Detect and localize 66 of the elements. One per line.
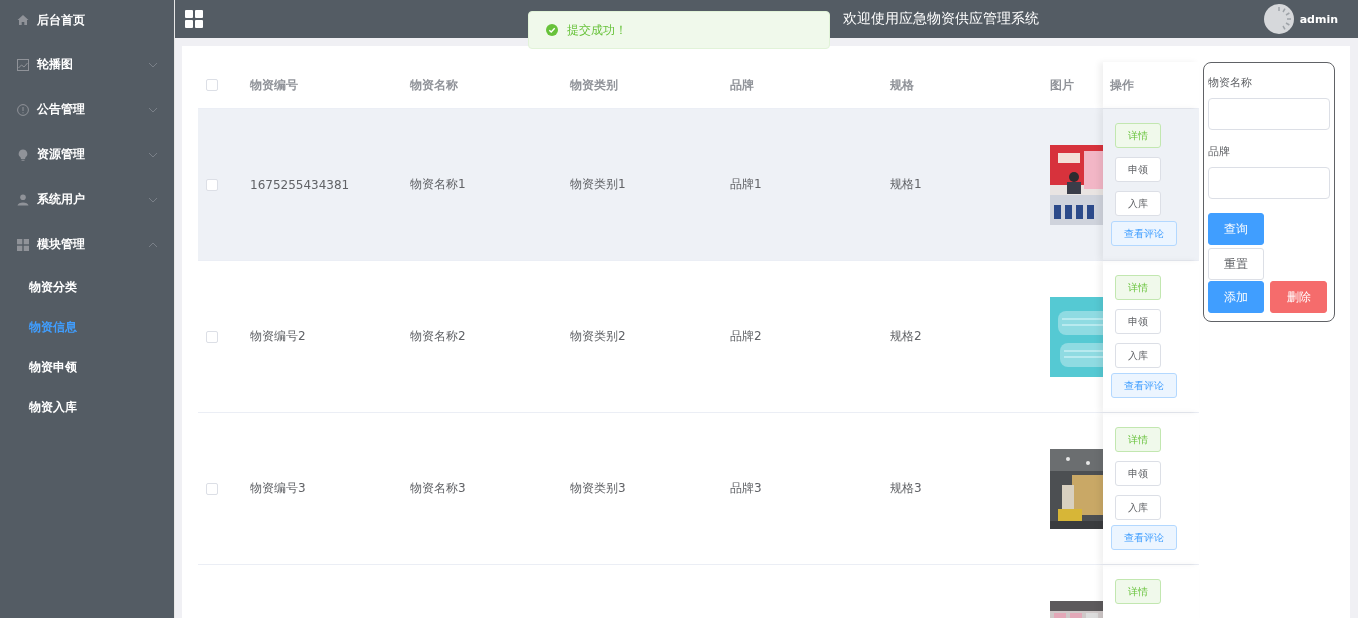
table-cell: 品牌3 — [730, 481, 762, 495]
menu-item[interactable]: 系统用户 — [0, 177, 174, 222]
table-cell: 物资编号2 — [250, 329, 306, 343]
bulb-icon — [17, 148, 29, 161]
menu-item[interactable]: 轮播图 — [0, 42, 174, 87]
table-cell: 规格2 — [890, 329, 922, 343]
table-cell: 规格1 — [890, 177, 922, 191]
row-checkbox[interactable] — [205, 482, 218, 495]
table-cell: 物资名称1 — [410, 177, 466, 191]
action-button[interactable]: 申领 — [1115, 309, 1161, 334]
column-header: 图片 — [1049, 76, 1075, 94]
table-cell: 规格3 — [890, 481, 922, 495]
submenu-item[interactable]: 物资入库 — [0, 387, 174, 427]
menu-item[interactable]: 资源管理 — [0, 132, 174, 177]
table-cell: 物资编号3 — [250, 481, 306, 495]
chevron-down-icon — [148, 61, 158, 68]
table-cell: 品牌2 — [730, 329, 762, 343]
action-button[interactable]: 入库 — [1115, 495, 1161, 520]
avatar-icon[interactable] — [1263, 4, 1294, 34]
row-checkbox[interactable] — [205, 330, 218, 343]
action-button[interactable]: 申领 — [1115, 157, 1161, 182]
column-header: 品牌 — [729, 76, 755, 94]
action-button[interactable]: 入库 — [1115, 191, 1161, 216]
column-header: 规格 — [889, 76, 915, 94]
table-cell: 物资类别2 — [570, 329, 626, 343]
select-all-checkbox[interactable] — [205, 79, 218, 91]
input-field[interactable] — [1208, 98, 1330, 130]
grid-icon — [17, 238, 29, 251]
table-cell: 物资类别3 — [570, 481, 626, 495]
chevron-down-icon — [148, 106, 158, 113]
table-cell: 物资类别1 — [570, 177, 626, 191]
grid-menu-icon[interactable] — [185, 10, 203, 28]
field-label: 品牌 — [1208, 144, 1231, 159]
page-title: 欢迎使用应急物资供应管理系统 — [843, 10, 1039, 28]
table-cell: 物资名称3 — [410, 481, 466, 495]
chevron-up-icon — [148, 241, 158, 248]
input-field[interactable] — [1208, 167, 1330, 199]
table-row[interactable]: 物资编号2 物资名称2 物资类别2 品牌2 规格2 详情 申领 入库 查看评论 — [198, 261, 1199, 413]
search-button[interactable]: 重置 — [1208, 248, 1264, 280]
submenu-item[interactable]: 物资申领 — [0, 347, 174, 387]
menu-item[interactable]: 模块管理 — [0, 222, 174, 267]
row-checkbox[interactable] — [205, 178, 218, 191]
column-header: 物资名称 — [409, 76, 459, 94]
toast-message: 提交成功！ — [567, 21, 627, 39]
action-button[interactable]: 申领 — [1115, 461, 1161, 486]
action-button[interactable]: 入库 — [1115, 343, 1161, 368]
table-cell: 物资名称2 — [410, 329, 466, 343]
menu-item[interactable]: 后台首页 — [0, 0, 174, 40]
check-circle-icon — [546, 24, 558, 36]
user-name[interactable]: admin — [1299, 12, 1338, 26]
field-label: 物资名称 — [1208, 75, 1253, 90]
table-cell: 1675255434381 — [250, 177, 350, 192]
submenu-item[interactable]: 物资分类 — [0, 267, 174, 307]
column-header: 物资编号 — [249, 76, 299, 94]
column-header: 操作 — [1103, 62, 1199, 108]
user-icon — [17, 193, 29, 206]
menu-item[interactable]: 公告管理 — [0, 87, 174, 132]
table-row[interactable]: 物资编号3 物资名称3 物资类别3 品牌3 规格3 详情 申领 入库 查看评论 — [198, 413, 1199, 565]
home-icon — [17, 14, 29, 26]
info-icon — [17, 103, 29, 116]
image-icon — [17, 58, 29, 71]
column-header: 物资类别 — [569, 76, 619, 94]
chevron-down-icon — [148, 151, 158, 158]
chevron-down-icon — [148, 196, 158, 203]
table-cell: 品牌1 — [730, 177, 762, 191]
table-row[interactable]: 1675255434381 物资名称1 物资类别1 品牌1 规格1 详情 申领 入库 查看评论 — [198, 109, 1199, 261]
